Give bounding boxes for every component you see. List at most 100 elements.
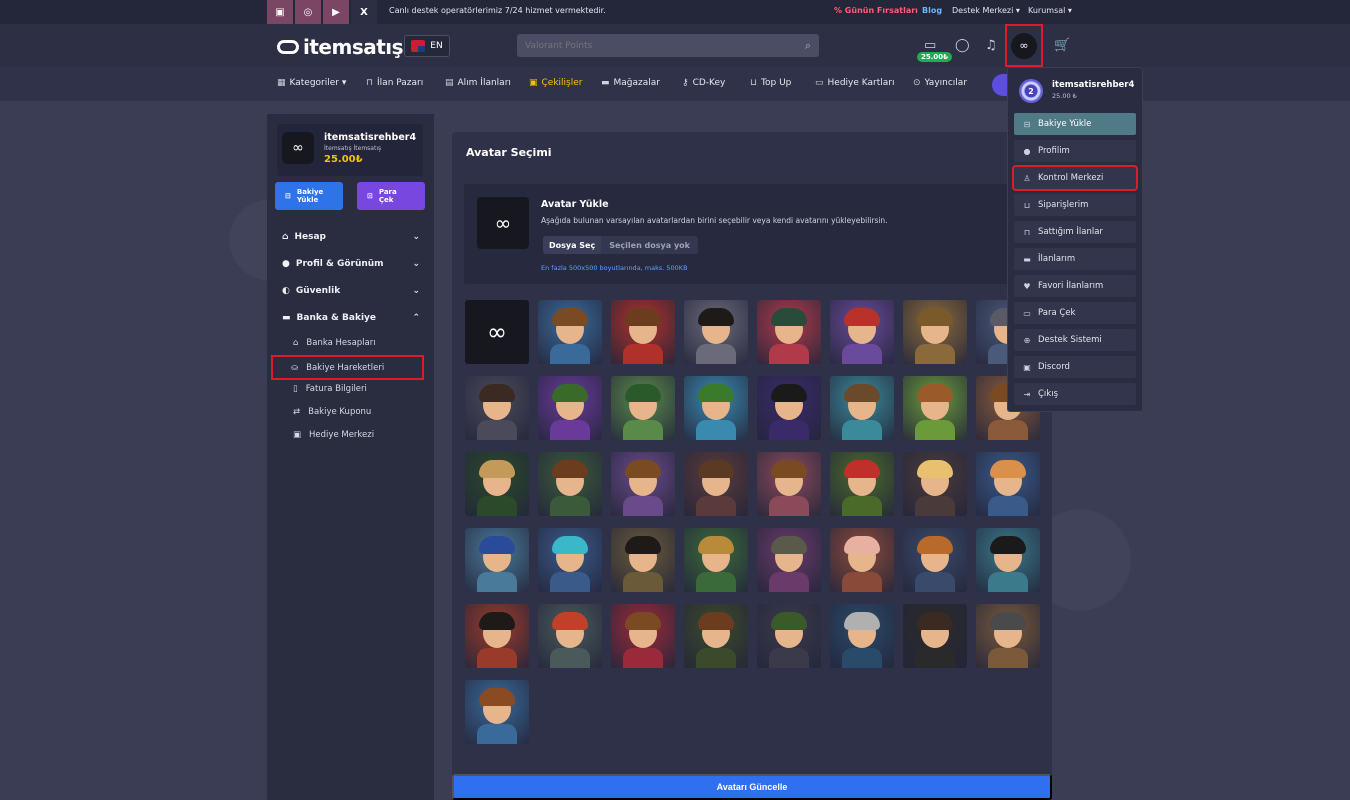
avatar-option[interactable] bbox=[684, 376, 748, 440]
avatar-option[interactable] bbox=[830, 452, 894, 516]
avatar-option[interactable] bbox=[757, 376, 821, 440]
avatar-option[interactable] bbox=[465, 604, 529, 668]
dropdown-item-5[interactable]: ▬ İlanlarım bbox=[1014, 248, 1136, 270]
avatar-option[interactable] bbox=[684, 604, 748, 668]
avatar-option[interactable] bbox=[976, 604, 1040, 668]
avatar-option[interactable] bbox=[465, 376, 529, 440]
cart-icon[interactable]: 🛒 bbox=[1054, 38, 1070, 53]
chevron-down-icon: ⌄ bbox=[412, 286, 420, 296]
sidebar-menu-account[interactable]: ⌂ Hesap ⌄ bbox=[282, 232, 422, 242]
sidebar-item-bank-accounts[interactable]: ⌂ Banka Hesapları bbox=[293, 338, 376, 348]
bell-icon[interactable]: ♫ bbox=[985, 38, 997, 53]
avatar-hair bbox=[844, 384, 880, 402]
avatar-option[interactable] bbox=[757, 452, 821, 516]
site-header: itemsatış EN ⌕ ▭ 25.00₺ ◯ ♫ ∞ 🛒 bbox=[0, 24, 1350, 67]
site-logo[interactable]: itemsatış bbox=[277, 35, 404, 59]
chat-icon[interactable]: ◯ bbox=[955, 38, 970, 53]
avatar-option[interactable] bbox=[465, 680, 529, 744]
avatar-option[interactable] bbox=[538, 376, 602, 440]
avatar-option[interactable] bbox=[903, 452, 967, 516]
dropdown-item-4[interactable]: ⊓ Sattığım İlanlar bbox=[1014, 221, 1136, 243]
avatar-option[interactable] bbox=[465, 528, 529, 592]
avatar-option[interactable] bbox=[903, 604, 967, 668]
cart-icon: ⊔ bbox=[1023, 200, 1031, 210]
avatar-option[interactable] bbox=[538, 452, 602, 516]
dropdown-item-3[interactable]: ⊔ Siparişlerim bbox=[1014, 194, 1136, 216]
sidebar-item-balance-movements[interactable]: ⛀ Bakiye Hareketleri bbox=[271, 355, 424, 380]
avatar-option[interactable] bbox=[611, 528, 675, 592]
dropdown-item-label: İlanlarım bbox=[1038, 254, 1076, 264]
nav-item-top-up[interactable]: ⊔ Top Up bbox=[750, 78, 791, 88]
language-switcher[interactable]: EN bbox=[404, 35, 450, 57]
avatar-option[interactable] bbox=[757, 604, 821, 668]
sidebar-menu-bank-balance[interactable]: ▬ Banka & Bakiye ⌃ bbox=[282, 313, 422, 323]
avatar-option[interactable] bbox=[611, 300, 675, 364]
dropdown-item-1[interactable]: ● Profilim bbox=[1014, 140, 1136, 162]
blog-link[interactable]: Blog bbox=[922, 6, 942, 15]
nav-item-stores[interactable]: ▬ Mağazalar bbox=[601, 78, 660, 88]
avatar-option[interactable] bbox=[976, 528, 1040, 592]
nav-label: Hediye Kartları bbox=[827, 78, 895, 88]
avatar-option[interactable] bbox=[684, 452, 748, 516]
nav-item-streamers[interactable]: ⊙ Yayıncılar bbox=[913, 78, 967, 88]
nav-item-giveaways[interactable]: ▣ Çekilişler bbox=[529, 78, 582, 88]
dropdown-item-0[interactable]: ⊟ Bakiye Yükle bbox=[1014, 113, 1136, 135]
update-avatar-button[interactable]: Avatarı Güncelle bbox=[452, 774, 1052, 800]
choose-file-button[interactable]: Dosya Seç bbox=[543, 236, 602, 254]
avatar-option[interactable] bbox=[611, 604, 675, 668]
nav-item-buy-listings[interactable]: ▤ Alım İlanları bbox=[445, 78, 511, 88]
avatar-hair bbox=[771, 460, 807, 478]
avatar-option[interactable] bbox=[976, 452, 1040, 516]
avatar-option[interactable] bbox=[903, 528, 967, 592]
deposit-button[interactable]: ⊟ Bakiye Yükle bbox=[275, 182, 343, 210]
deals-link[interactable]: % Günün Fırsatları bbox=[834, 6, 918, 15]
nav-item-categories[interactable]: ▦ Kategoriler ▾ bbox=[277, 78, 346, 88]
avatar-option[interactable] bbox=[903, 300, 967, 364]
nav-item-marketplace[interactable]: ⊓ İlan Pazarı bbox=[366, 78, 423, 88]
search-input[interactable] bbox=[525, 40, 805, 51]
avatar-option[interactable] bbox=[757, 300, 821, 364]
nav-item-gift-cards[interactable]: ▭ Hediye Kartları bbox=[815, 78, 894, 88]
avatar-option[interactable] bbox=[830, 376, 894, 440]
dropdown-item-8[interactable]: ⊕ Destek Sistemi bbox=[1014, 329, 1136, 351]
avatar-option[interactable] bbox=[538, 604, 602, 668]
avatar-option[interactable] bbox=[684, 528, 748, 592]
avatar-hair bbox=[479, 460, 515, 478]
help-center-menu[interactable]: Destek Merkezi ▾ bbox=[952, 6, 1020, 15]
wallet-icon[interactable]: ▭ bbox=[924, 38, 936, 53]
avatar-option[interactable] bbox=[830, 300, 894, 364]
withdraw-button[interactable]: ⊡ Para Çek bbox=[357, 182, 425, 210]
avatar-option[interactable] bbox=[538, 528, 602, 592]
avatar-option[interactable] bbox=[830, 604, 894, 668]
search-icon[interactable]: ⌕ bbox=[805, 39, 811, 53]
user-avatar-button[interactable]: ∞ bbox=[1005, 24, 1043, 67]
corporate-menu[interactable]: Kurumsal ▾ bbox=[1028, 6, 1072, 15]
dropdown-item-7[interactable]: ▭ Para Çek bbox=[1014, 302, 1136, 324]
dropdown-item-label: Kontrol Merkezi bbox=[1038, 173, 1104, 183]
avatar-option[interactable] bbox=[903, 376, 967, 440]
x-icon[interactable]: X bbox=[351, 0, 377, 24]
dropdown-item-2[interactable]: ♙ Kontrol Merkezi bbox=[1012, 165, 1138, 191]
sidebar-item-billing-info[interactable]: ▯ Fatura Bilgileri bbox=[293, 384, 367, 394]
nav-item-cd-key[interactable]: ⚷ CD-Key bbox=[682, 78, 725, 88]
avatar-option-default[interactable]: ∞ bbox=[465, 300, 529, 364]
sidebar-item-balance-coupon[interactable]: ⇄ Bakiye Kuponu bbox=[293, 407, 371, 417]
avatar-hair bbox=[552, 308, 588, 326]
sidebar-menu-security[interactable]: ◐ Güvenlik ⌄ bbox=[282, 286, 422, 296]
avatar-option[interactable] bbox=[830, 528, 894, 592]
avatar-option[interactable] bbox=[465, 452, 529, 516]
avatar-option[interactable] bbox=[538, 300, 602, 364]
avatar-option[interactable] bbox=[684, 300, 748, 364]
dropdown-item-6[interactable]: ♥ Favori İlanlarım bbox=[1014, 275, 1136, 297]
file-input[interactable]: Dosya Seç Seçilen dosya yok bbox=[543, 236, 698, 254]
youtube-icon[interactable]: ▶ bbox=[323, 0, 349, 24]
instagram-icon[interactable]: ◎ bbox=[295, 0, 321, 24]
discord-icon[interactable]: ▣ bbox=[267, 0, 293, 24]
dropdown-item-10[interactable]: ⇥ Çıkış bbox=[1014, 383, 1136, 405]
avatar-option[interactable] bbox=[611, 376, 675, 440]
avatar-option[interactable] bbox=[757, 528, 821, 592]
sidebar-item-gift-center[interactable]: ▣ Hediye Merkezi bbox=[293, 430, 374, 440]
sidebar-menu-profile[interactable]: ● Profil & Görünüm ⌄ bbox=[282, 259, 422, 269]
dropdown-item-9[interactable]: ▣ Discord bbox=[1014, 356, 1136, 378]
avatar-option[interactable] bbox=[611, 452, 675, 516]
